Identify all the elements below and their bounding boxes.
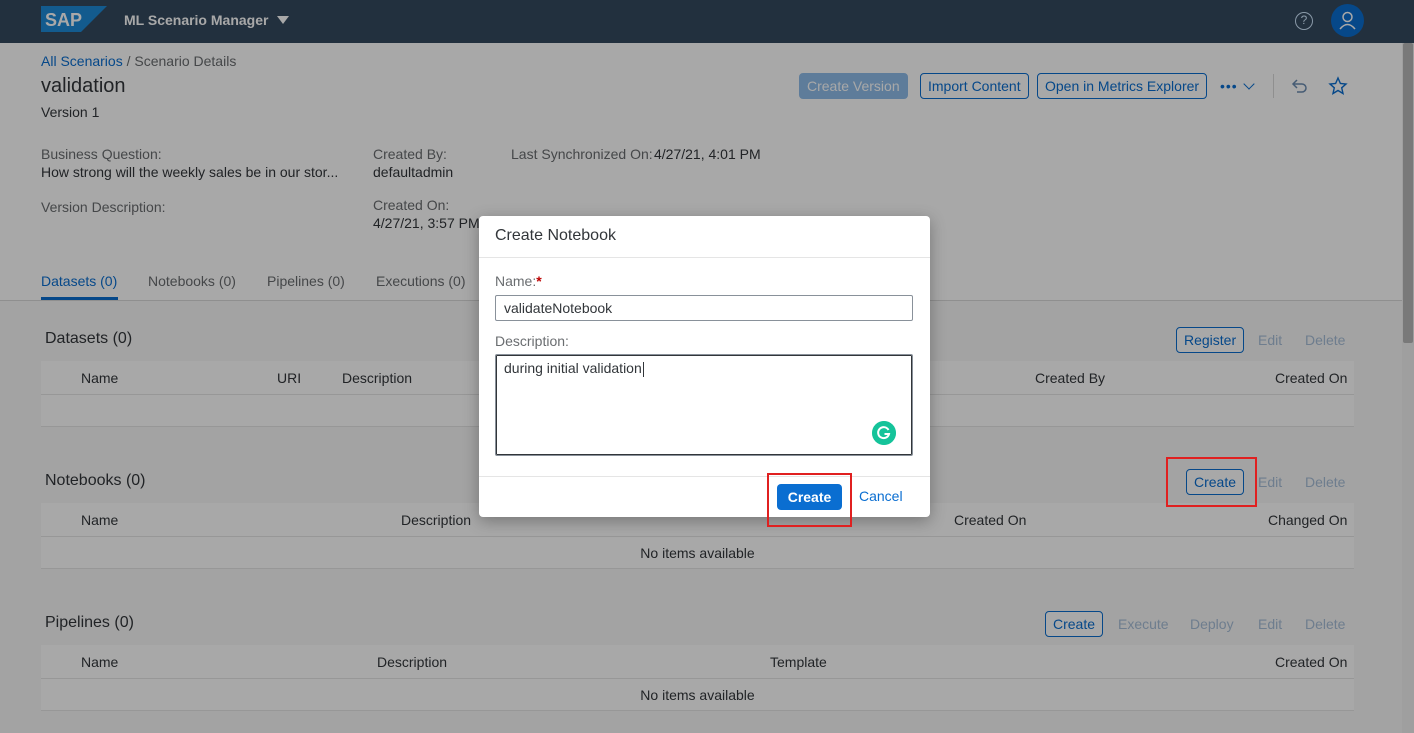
- dialog-header-divider: [479, 257, 930, 258]
- required-indicator: *: [536, 273, 542, 289]
- name-label-text: Name:: [495, 273, 537, 289]
- text-caret: [642, 361, 644, 377]
- dialog-footer-divider: [479, 476, 930, 477]
- description-text: during initial validation: [504, 360, 642, 376]
- highlight-box-create-notebook: [1166, 457, 1257, 507]
- notebook-name-input[interactable]: validateNotebook: [495, 295, 913, 321]
- notebook-description-textarea[interactable]: during initial validation: [495, 354, 913, 456]
- description-label: Description:: [495, 333, 569, 349]
- dialog-title: Create Notebook: [495, 227, 616, 244]
- create-notebook-dialog: Create Notebook Name:* validateNotebook …: [479, 216, 930, 517]
- grammarly-icon[interactable]: [872, 421, 896, 445]
- name-label: Name:*: [495, 273, 542, 289]
- dialog-cancel-button[interactable]: Cancel: [859, 488, 903, 504]
- highlight-box-dialog-create: [767, 473, 852, 527]
